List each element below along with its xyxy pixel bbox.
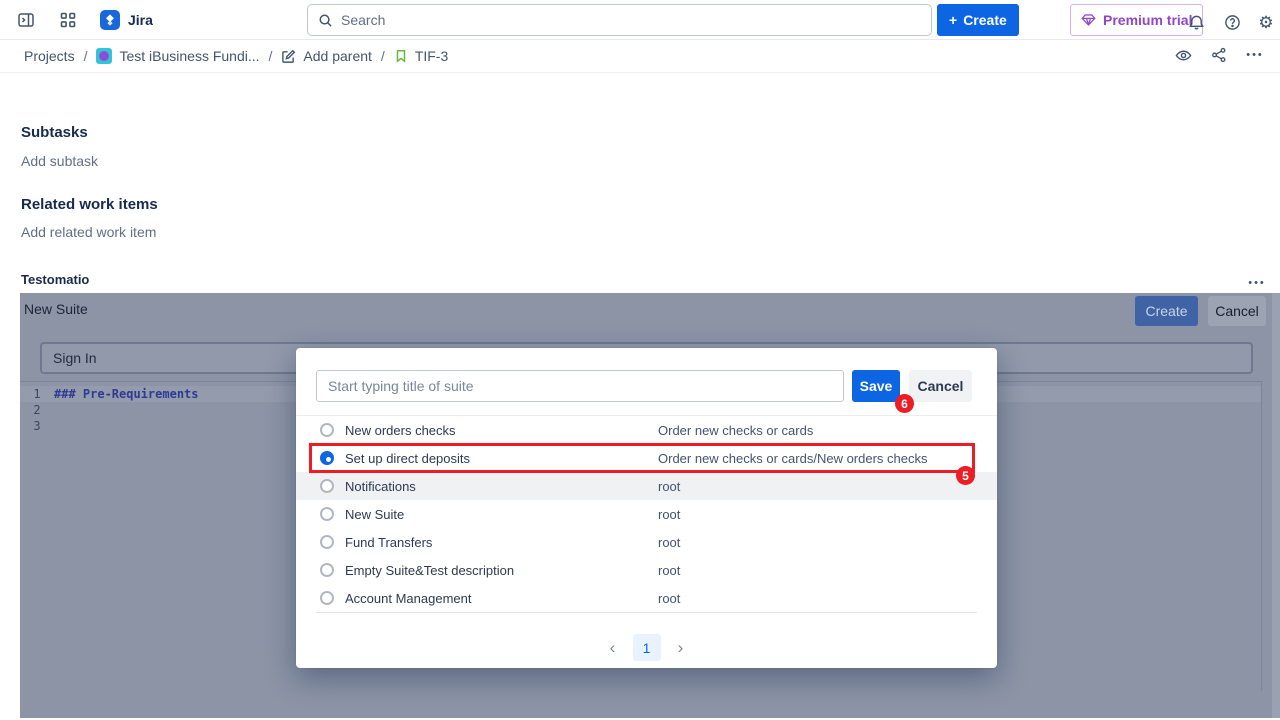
- page-number-button[interactable]: 1: [633, 634, 661, 661]
- create-button[interactable]: + Create: [937, 4, 1019, 36]
- suite-cancel-button[interactable]: Cancel: [1208, 296, 1266, 326]
- radio-icon[interactable]: [320, 423, 334, 437]
- more-actions-icon[interactable]: •••: [1242, 42, 1268, 68]
- help-icon[interactable]: [1218, 8, 1246, 36]
- jira-page: Jira + Create Premium trial: [0, 0, 1280, 720]
- search-input[interactable]: [341, 12, 921, 28]
- settings-gear-icon[interactable]: ⚙: [1252, 8, 1280, 36]
- notifications-icon[interactable]: [1182, 8, 1210, 36]
- pagination: ‹ 1 ›: [296, 634, 997, 661]
- app-logo[interactable]: Jira: [100, 10, 153, 30]
- radio-icon[interactable]: [320, 563, 334, 577]
- breadcrumb-projects[interactable]: Projects: [24, 48, 75, 64]
- scrollbar-track[interactable]: [1272, 293, 1280, 718]
- breadcrumb-separator: /: [381, 48, 385, 64]
- watch-eye-icon[interactable]: [1170, 42, 1196, 68]
- suite-row[interactable]: New orders checks Order new checks or ca…: [296, 416, 997, 444]
- suite-row-selected[interactable]: Set up direct deposits Order new checks …: [296, 444, 997, 472]
- cancel-button[interactable]: Cancel: [909, 370, 972, 402]
- radio-icon[interactable]: [320, 479, 334, 493]
- radio-icon[interactable]: [320, 591, 334, 605]
- edit-icon: [281, 49, 296, 64]
- app-name: Jira: [128, 12, 153, 28]
- breadcrumb-separator: /: [84, 48, 88, 64]
- jira-logo-icon: [100, 10, 120, 30]
- suite-row[interactable]: Empty Suite&Test description root: [296, 556, 997, 584]
- related-items-heading: Related work items: [21, 196, 158, 213]
- radio-selected-icon[interactable]: [320, 451, 334, 465]
- project-avatar: [96, 48, 112, 64]
- search-icon: [318, 13, 333, 28]
- breadcrumb-issue[interactable]: TIF-3: [394, 48, 448, 64]
- prev-page-icon[interactable]: ‹: [602, 634, 624, 661]
- suite-picker-dialog: Save Cancel New orders checks Order new …: [296, 348, 997, 668]
- breadcrumb-separator: /: [269, 48, 273, 64]
- top-navigation: Jira + Create Premium trial: [0, 0, 1280, 40]
- breadcrumb-add-parent[interactable]: Add parent: [281, 48, 372, 64]
- save-button[interactable]: Save: [852, 370, 900, 402]
- share-icon[interactable]: [1206, 42, 1232, 68]
- add-related-item-link[interactable]: Add related work item: [21, 224, 156, 240]
- suite-title-input[interactable]: [316, 370, 844, 402]
- story-bookmark-icon: [394, 49, 408, 63]
- app-switcher-icon[interactable]: [54, 6, 82, 34]
- sidebar-toggle-icon[interactable]: [12, 6, 40, 34]
- add-subtask-link[interactable]: Add subtask: [21, 153, 98, 169]
- global-search[interactable]: [307, 4, 932, 36]
- editor-scrollbar[interactable]: [1261, 381, 1262, 691]
- suite-list: New orders checks Order new checks or ca…: [296, 416, 997, 612]
- suite-row[interactable]: Account Management root: [296, 584, 997, 612]
- radio-icon[interactable]: [320, 507, 334, 521]
- new-suite-title: New Suite: [24, 301, 88, 317]
- suite-row[interactable]: Notifications root: [296, 472, 997, 500]
- divider: [316, 612, 977, 613]
- breadcrumb: Projects / Test iBusiness Fundi... / Add…: [0, 40, 1280, 73]
- annotation-badge-5: 5: [956, 466, 975, 485]
- next-page-icon[interactable]: ›: [670, 634, 692, 661]
- gem-icon: [1081, 13, 1096, 27]
- subtasks-heading: Subtasks: [21, 124, 88, 141]
- suite-row[interactable]: New Suite root: [296, 500, 997, 528]
- plus-icon: +: [949, 12, 957, 28]
- suite-create-button[interactable]: Create: [1135, 296, 1198, 326]
- radio-icon[interactable]: [320, 535, 334, 549]
- breadcrumb-project[interactable]: Test iBusiness Fundi...: [96, 48, 259, 64]
- annotation-badge-6: 6: [895, 394, 914, 413]
- testomatio-heading: Testomatio: [21, 272, 89, 287]
- suite-row[interactable]: Fund Transfers root: [296, 528, 997, 556]
